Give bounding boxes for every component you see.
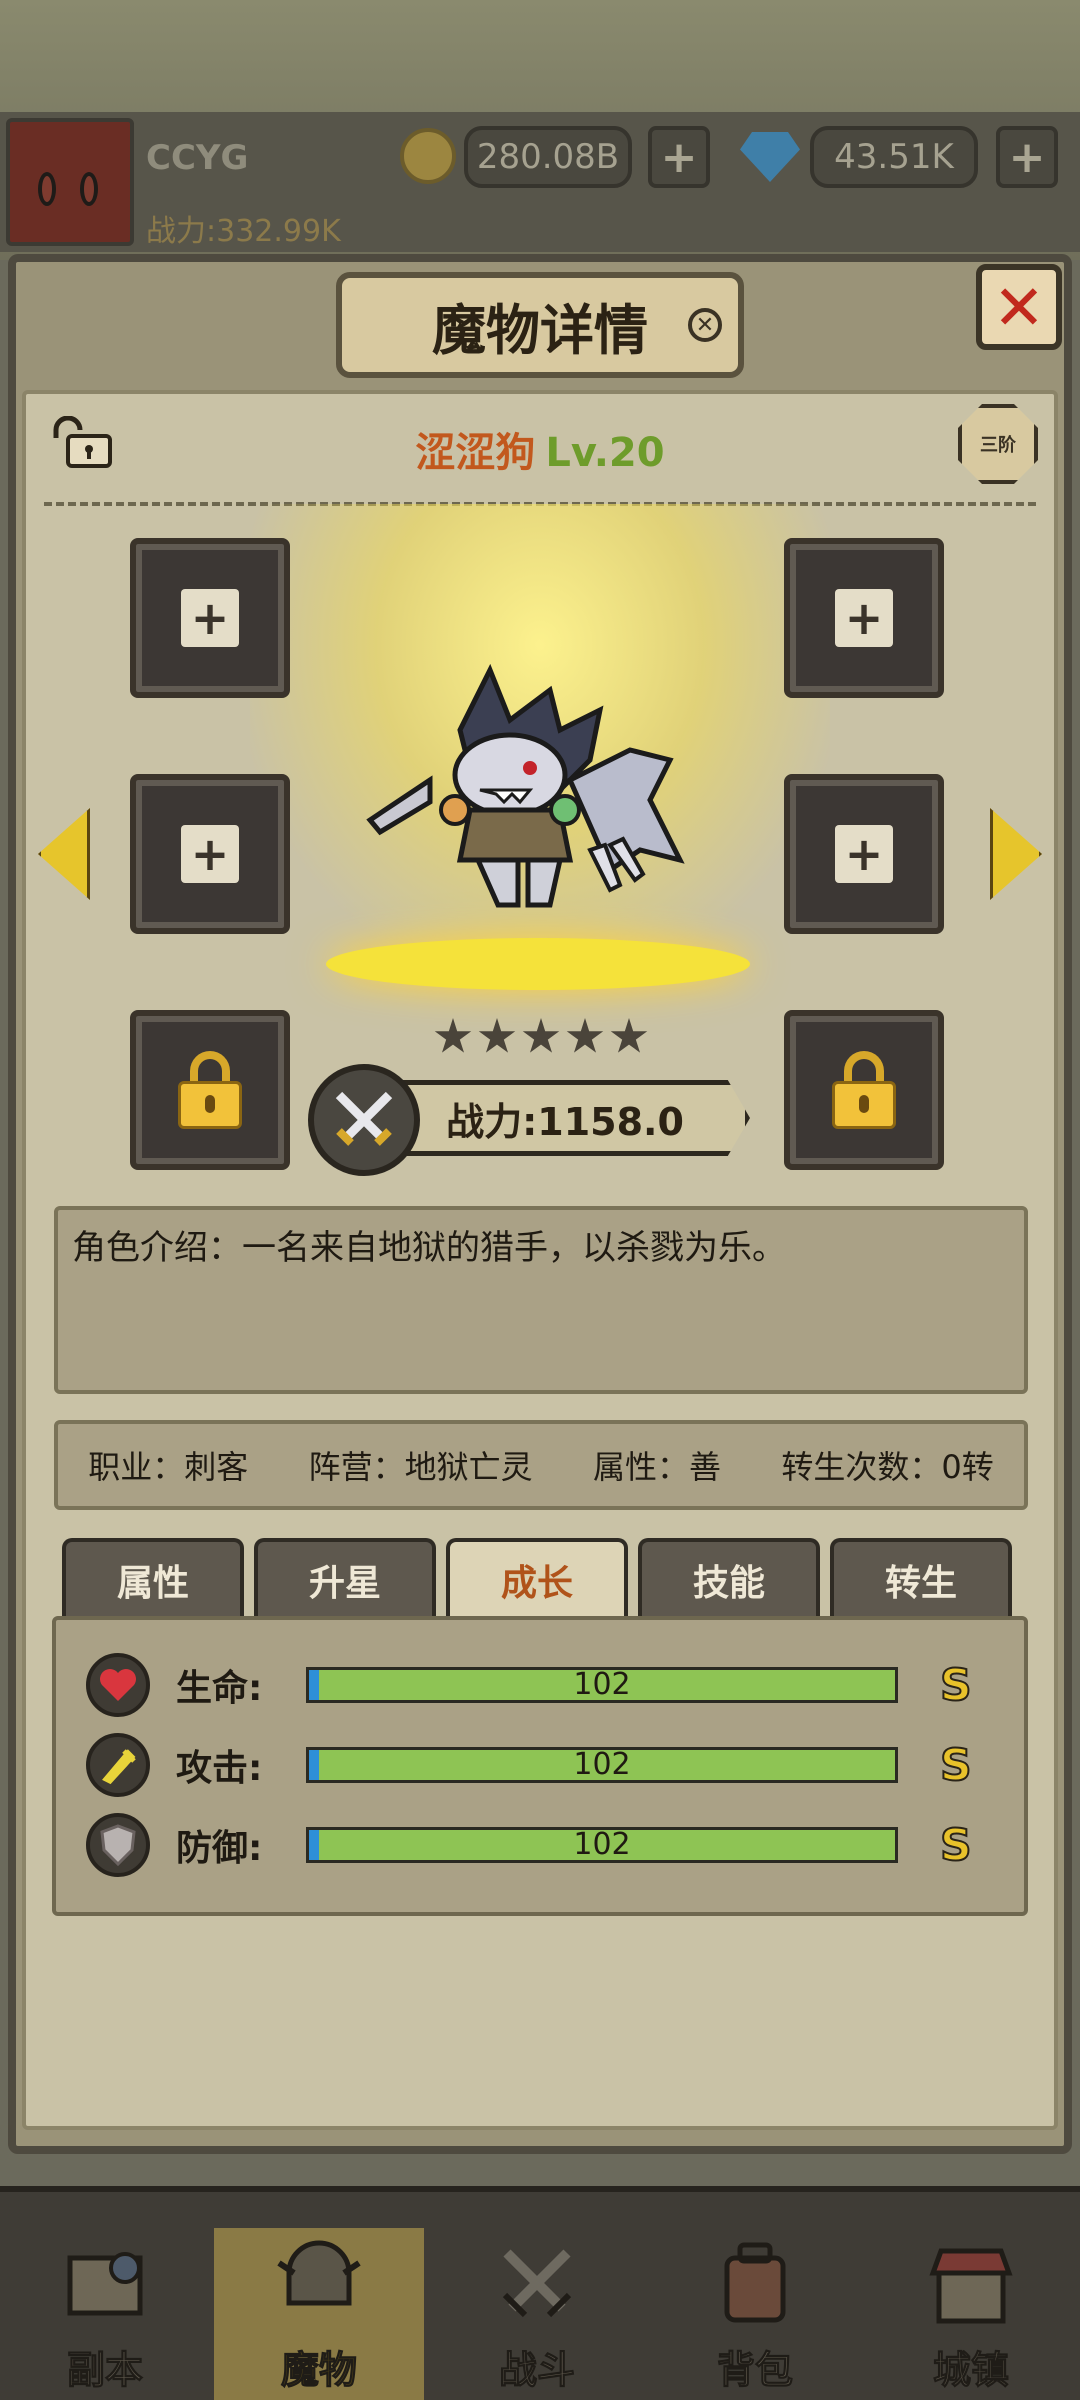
equip-slot-3[interactable]: + xyxy=(130,774,290,934)
padlock-icon xyxy=(832,1051,896,1129)
avatar-eye-right xyxy=(80,172,98,206)
equip-slot-2[interactable]: + xyxy=(784,538,944,698)
stat-label: 攻击: xyxy=(176,1748,263,1789)
equip-slot-locked-2[interactable] xyxy=(784,1010,944,1170)
attack-icon xyxy=(86,1733,150,1797)
star-icon xyxy=(566,1018,604,1053)
monster-portrait xyxy=(366,663,685,908)
map-icon xyxy=(67,2252,143,2316)
stat-grade: S xyxy=(939,1819,973,1872)
add-gold-button[interactable]: + xyxy=(648,126,710,188)
stage-platform xyxy=(326,938,750,990)
star-icon xyxy=(610,1018,648,1053)
monster-name: 涩涩狗 xyxy=(415,430,536,476)
job-info: 职业：刺客 xyxy=(88,1448,249,1486)
dialog-title: 魔物详情 xyxy=(336,272,744,378)
add-icon: + xyxy=(835,825,893,883)
nav-monsters[interactable]: 魔物 xyxy=(214,2228,424,2400)
equip-slot-4[interactable]: + xyxy=(784,774,944,934)
nav-dungeon[interactable]: 副本 xyxy=(0,2228,210,2400)
star-icon xyxy=(478,1018,516,1053)
nav-label: 城镇 xyxy=(932,2348,1009,2393)
growth-stats: 生命: 102 S 攻击: 102 S 防御: 102 S xyxy=(52,1616,1028,1916)
tier-label: 三阶 xyxy=(980,435,1016,456)
attribute-info: 属性：善 xyxy=(593,1448,722,1486)
crossed-swords-icon xyxy=(502,2249,572,2318)
player-power: 战力:332.99K xyxy=(146,214,341,249)
stat-bar: 102 xyxy=(306,1747,898,1783)
gold-coin-icon xyxy=(400,128,456,184)
gem-amount: 43.51K xyxy=(810,126,978,188)
monster-info-row: 职业：刺客 阵营：地狱亡灵 属性：善 转生次数：0转 xyxy=(54,1420,1028,1510)
description-text: 角色介绍：一名来自地狱的猎手，以杀戮为乐。 xyxy=(72,1228,786,1268)
stat-value: 102 xyxy=(573,1747,631,1782)
rebirth-info: 转生次数：0转 xyxy=(781,1448,994,1486)
equip-slot-locked-1[interactable] xyxy=(130,1010,290,1170)
stat-value: 102 xyxy=(573,1827,631,1862)
avatar-eye-left xyxy=(38,172,56,206)
star-icon xyxy=(522,1018,560,1053)
shop-icon xyxy=(929,2248,1013,2324)
tier-badge: 三阶 xyxy=(958,404,1038,484)
add-icon: + xyxy=(181,589,239,647)
add-icon: + xyxy=(181,825,239,883)
stat-label: 生命: xyxy=(176,1668,263,1709)
close-icon: ✕ xyxy=(993,270,1045,344)
player-name: CCYG xyxy=(146,138,249,178)
monster-level: Lv.20 xyxy=(545,430,665,476)
nav-label: 副本 xyxy=(66,2348,143,2393)
add-gems-button[interactable]: + xyxy=(996,126,1058,188)
tab-growth[interactable]: 成长 xyxy=(446,1538,628,1618)
monster-description: 角色介绍：一名来自地狱的猎手，以杀戮为乐。 xyxy=(54,1206,1028,1394)
nav-town[interactable]: 城镇 xyxy=(866,2228,1076,2400)
stat-bar: 102 xyxy=(306,1827,898,1863)
add-icon: + xyxy=(835,589,893,647)
avatar[interactable] xyxy=(6,118,134,246)
star-icon xyxy=(434,1018,472,1053)
crossed-swords-icon xyxy=(308,1064,420,1176)
close-button[interactable]: ✕ xyxy=(976,264,1062,350)
stat-label: 防御: xyxy=(176,1828,263,1869)
tab-star-up[interactable]: 升星 xyxy=(254,1538,436,1618)
nav-label: 魔物 xyxy=(280,2348,357,2393)
stat-row-hp: 生命: 102 S xyxy=(86,1652,1016,1718)
tab-skills[interactable]: 技能 xyxy=(638,1538,820,1618)
dialog-title-text: 魔物详情 xyxy=(432,298,648,362)
nav-bag[interactable]: 背包 xyxy=(650,2228,860,2400)
stat-bar: 102 xyxy=(306,1667,898,1703)
helmet-icon xyxy=(277,2240,361,2306)
gold-amount: 280.08B xyxy=(464,126,632,188)
detail-tabs: 属性 升星 成长 技能 转生 xyxy=(62,1538,1012,1618)
padlock-icon xyxy=(178,1051,242,1129)
shield-icon xyxy=(86,1813,150,1877)
title-ornament-right-icon: ✕ xyxy=(688,308,722,342)
stat-row-defense: 防御: 102 S xyxy=(86,1812,1016,1878)
tab-rebirth[interactable]: 转生 xyxy=(830,1538,1012,1618)
stat-row-attack: 攻击: 102 S xyxy=(86,1732,1016,1798)
monster-name-line: 涩涩狗 Lv.20 xyxy=(0,420,1080,478)
faction-info: 阵营：地狱亡灵 xyxy=(308,1448,533,1486)
star-rating xyxy=(434,1018,648,1056)
nav-battle[interactable]: 战斗 xyxy=(432,2228,642,2400)
stat-value: 102 xyxy=(573,1667,631,1702)
stat-grade: S xyxy=(939,1739,973,1792)
monster-power-bar: 战力:1158.0 xyxy=(380,1080,750,1156)
nav-label: 战斗 xyxy=(498,2348,575,2393)
monster-power: 战力:1158.0 xyxy=(446,1099,684,1144)
nav-label: 背包 xyxy=(716,2348,793,2393)
tab-attributes[interactable]: 属性 xyxy=(62,1538,244,1618)
backpack-icon xyxy=(724,2242,786,2323)
equip-slot-1[interactable]: + xyxy=(130,538,290,698)
heart-icon xyxy=(86,1653,150,1717)
stat-grade: S xyxy=(939,1659,973,1712)
